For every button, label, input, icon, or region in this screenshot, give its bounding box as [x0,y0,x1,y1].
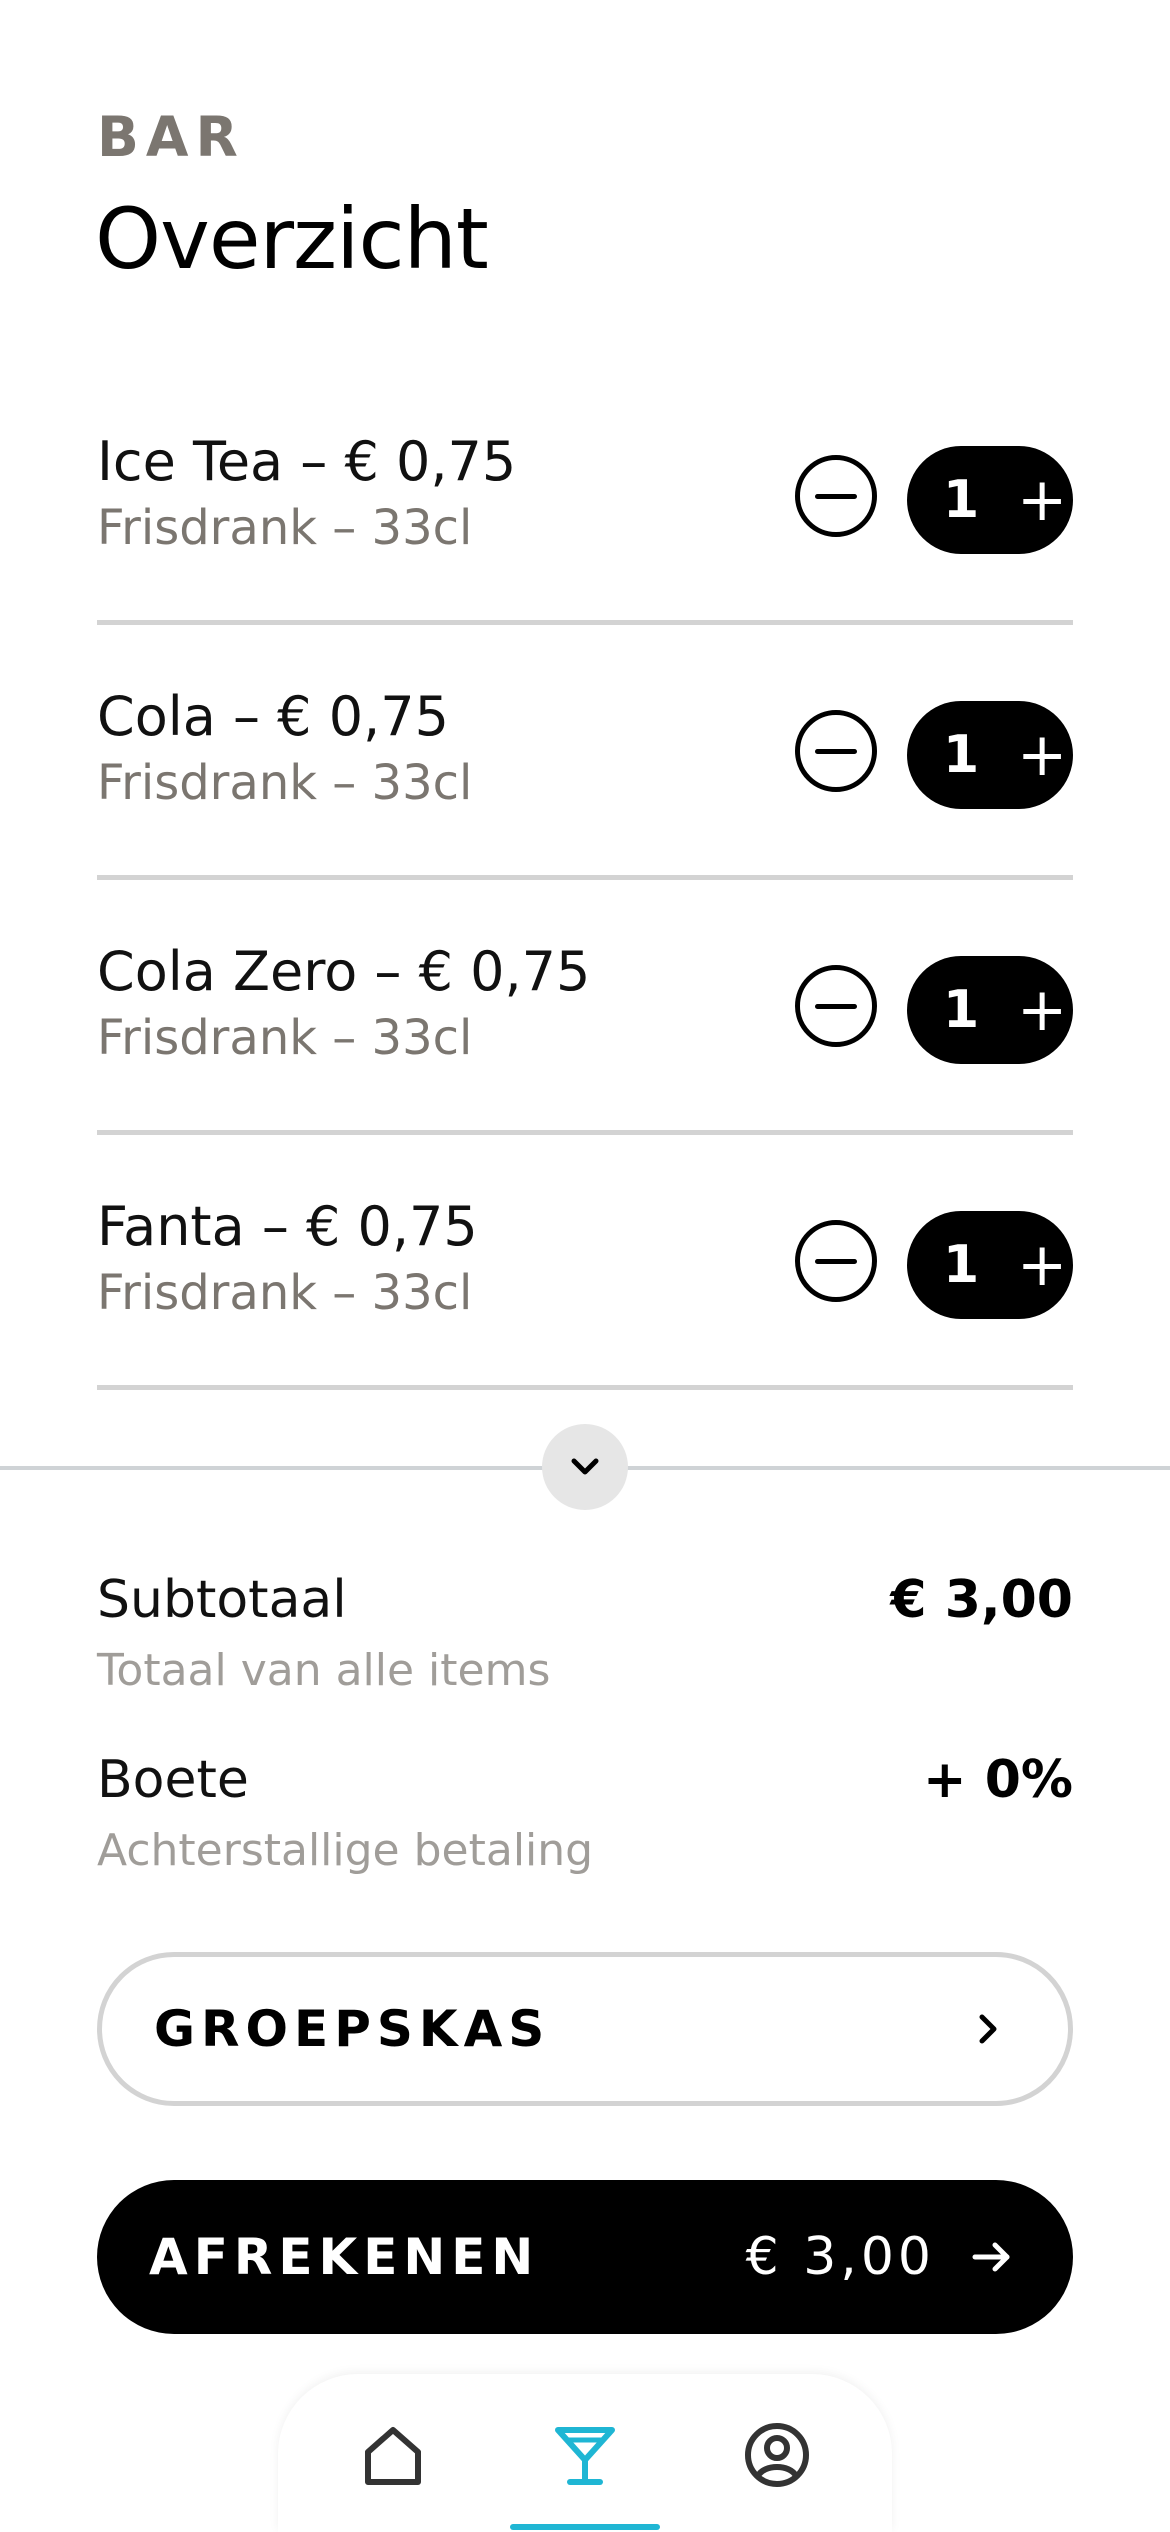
order-item-list: Ice Tea – € 0,75 Frisdrank – 33cl 1 + Co… [97,370,1073,1390]
bottom-navigation [278,2374,892,2532]
chevron-right-icon [979,2014,997,2044]
plus-icon: + [1017,465,1068,535]
minus-icon [815,1003,857,1009]
item-subtitle: Frisdrank – 33cl [97,1265,473,1321]
item-quantity: 1 [943,1235,980,1295]
decrease-button[interactable] [795,455,877,537]
item-quantity: 1 [943,470,980,530]
nav-bar[interactable] [540,2410,630,2500]
item-name: Ice Tea – € 0,75 [97,430,517,493]
increase-button[interactable]: 1 + [907,701,1073,809]
list-item: Ice Tea – € 0,75 Frisdrank – 33cl 1 + [97,370,1073,625]
nav-home[interactable] [348,2410,438,2500]
item-name: Fanta – € 0,75 [97,1195,478,1258]
plus-icon: + [1017,975,1068,1045]
fine-label: Boete [97,1750,249,1810]
item-subtitle: Frisdrank – 33cl [97,755,473,811]
subtotal-value: € 3,00 [890,1570,1073,1630]
checkout-amount: € 3,00 [745,2227,935,2287]
collapse-button[interactable] [542,1424,628,1510]
item-name: Cola Zero – € 0,75 [97,940,591,1003]
item-subtitle: Frisdrank – 33cl [97,1010,473,1066]
list-item: Cola Zero – € 0,75 Frisdrank – 33cl 1 + [97,880,1073,1135]
decrease-button[interactable] [795,965,877,1047]
item-quantity: 1 [943,725,980,785]
checkout-button[interactable]: AFREKENEN € 3,00 [97,2180,1073,2334]
decrease-button[interactable] [795,710,877,792]
home-icon [365,2427,421,2485]
nav-active-indicator [510,2524,660,2530]
group-fund-label: GROEPSKAS [154,2000,551,2058]
list-item: Fanta – € 0,75 Frisdrank – 33cl 1 + [97,1135,1073,1390]
chevron-down-icon [571,1458,599,1475]
minus-icon [815,748,857,754]
item-subtitle: Frisdrank – 33cl [97,500,473,556]
increase-button[interactable]: 1 + [907,956,1073,1064]
minus-icon [815,493,857,499]
plus-icon: + [1017,720,1068,790]
increase-button[interactable]: 1 + [907,446,1073,554]
profile-icon [745,2423,809,2487]
fine-value: + 0% [923,1750,1073,1810]
page-eyebrow: BAR [97,105,245,169]
item-name: Cola – € 0,75 [97,685,449,748]
plus-icon: + [1017,1230,1068,1300]
minus-icon [815,1258,857,1264]
subtotal-subtitle: Totaal van alle items [97,1645,551,1696]
arrow-right-icon [972,2242,1010,2272]
cocktail-icon [555,2427,615,2485]
fine-subtitle: Achterstallige betaling [97,1825,594,1876]
nav-profile[interactable] [732,2410,822,2500]
subtotal-label: Subtotaal [97,1570,347,1630]
page-title: Overzicht [95,190,489,288]
list-item: Cola – € 0,75 Frisdrank – 33cl 1 + [97,625,1073,880]
increase-button[interactable]: 1 + [907,1211,1073,1319]
checkout-label: AFREKENEN [149,2228,540,2286]
decrease-button[interactable] [795,1220,877,1302]
item-quantity: 1 [943,980,980,1040]
group-fund-button[interactable]: GROEPSKAS [97,1952,1073,2106]
